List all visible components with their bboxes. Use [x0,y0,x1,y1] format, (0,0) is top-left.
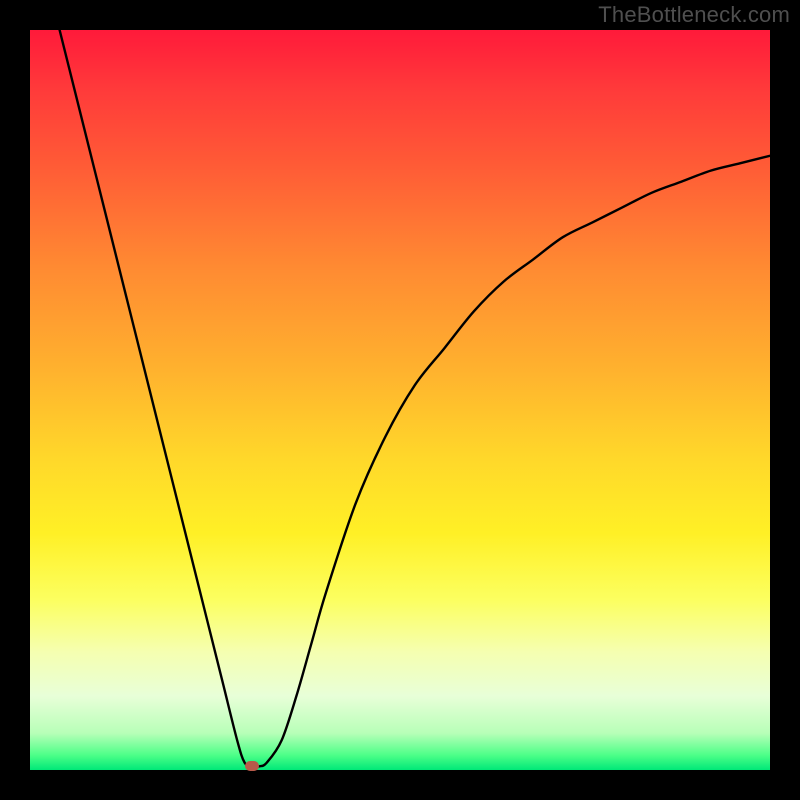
plot-area [30,30,770,770]
optimal-point-marker [245,761,259,771]
watermark-text: TheBottleneck.com [598,2,790,28]
bottleneck-curve [30,30,770,770]
chart-frame: TheBottleneck.com [0,0,800,800]
